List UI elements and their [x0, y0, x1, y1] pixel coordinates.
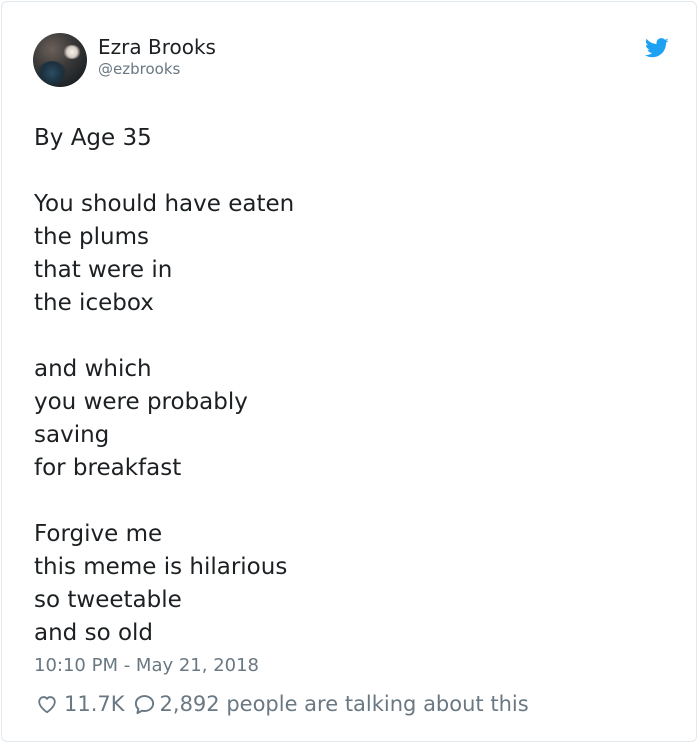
tweet-line: [34, 155, 654, 188]
author-handle[interactable]: @ezbrooks: [98, 60, 180, 78]
tweet-line: that were in: [34, 257, 173, 283]
talking-count[interactable]: 2,892 people are talking about this: [160, 692, 529, 716]
tweet-actions: 11.7K 2,892 people are talking about thi…: [36, 690, 529, 718]
tweet-card: Ezra Brooks @ezbrooks By Age 35 You shou…: [1, 1, 697, 742]
like-count[interactable]: 11.7K: [64, 692, 125, 716]
tweet-line: so tweetable: [34, 587, 182, 613]
tweet-text: By Age 35 You should have eaten the plum…: [34, 122, 654, 650]
speech-bubble-icon[interactable]: [133, 693, 156, 716]
tweet-line: By Age 35: [34, 125, 152, 151]
tweet-line: You should have eaten: [34, 191, 295, 217]
twitter-bird-icon[interactable]: [645, 38, 669, 58]
tweet-line: this meme is hilarious: [34, 554, 288, 580]
tweet-line: you were probably: [34, 389, 248, 415]
avatar[interactable]: [33, 33, 87, 87]
tweet-line: the icebox: [34, 290, 154, 316]
tweet-line: for breakfast: [34, 455, 182, 481]
heart-icon[interactable]: [36, 693, 58, 715]
tweet-line: Forgive me: [34, 521, 163, 547]
tweet-line: and so old: [34, 620, 154, 646]
tweet-line: saving: [34, 422, 110, 448]
avatar-highlight: [63, 45, 81, 59]
tweet-line: [34, 485, 654, 518]
avatar-shade: [37, 61, 67, 85]
tweet-line: the plums: [34, 224, 150, 250]
tweet-timestamp[interactable]: 10:10 PM - May 21, 2018: [34, 654, 259, 678]
author-name[interactable]: Ezra Brooks: [98, 35, 216, 59]
tweet-line: [34, 320, 654, 353]
tweet-line: and which: [34, 356, 152, 382]
